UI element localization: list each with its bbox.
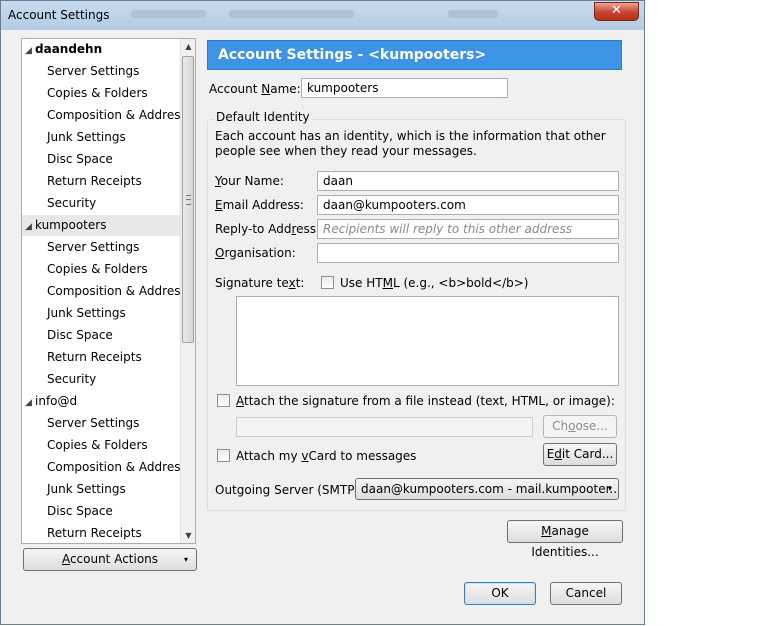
- expand-triangle-icon[interactable]: ◢: [25, 41, 35, 62]
- tree-item[interactable]: Server Settings: [22, 61, 180, 82]
- signature-textarea[interactable]: [236, 296, 619, 386]
- manage-identities-button[interactable]: Manage Identities...: [507, 520, 623, 559]
- use-html-checkbox[interactable]: [321, 276, 334, 289]
- tree-scrollbar[interactable]: ▲ ▼: [180, 39, 195, 543]
- account-name-input[interactable]: kumpooters: [301, 78, 508, 98]
- attach-signature-label[interactable]: Attach the signature from a file instead…: [236, 394, 615, 408]
- choose-file-button[interactable]: Choose...: [543, 415, 617, 438]
- dialog-body: ◢ daandehn Server Settings Copies & Folders…: [8, 30, 637, 619]
- identity-description: Each account has an identity, which is t…: [215, 129, 606, 158]
- background-blur: [448, 10, 498, 18]
- tree-item[interactable]: Junk Settings: [22, 479, 180, 500]
- email-address-label: Email Address:: [215, 198, 304, 212]
- tree-item[interactable]: Security: [22, 193, 180, 214]
- scroll-up-icon[interactable]: ▲: [181, 39, 195, 54]
- ok-button[interactable]: OK: [464, 582, 536, 605]
- account-actions-accel: A: [61, 552, 70, 566]
- tree-account-row[interactable]: ◢ info@d: [22, 391, 183, 412]
- scroll-thumb[interactable]: [182, 56, 194, 343]
- chevron-down-icon: ▾: [183, 555, 188, 564]
- background-blur: [131, 10, 206, 18]
- account-name-label: Account Name:: [209, 82, 301, 96]
- page-title: Account Settings - <kumpooters>: [207, 40, 622, 70]
- close-button[interactable]: ✕: [594, 2, 639, 21]
- tree-item[interactable]: Junk Settings: [22, 127, 180, 148]
- outgoing-server-value: daan@kumpooters.com - mail.kumpooter...: [361, 482, 619, 496]
- cancel-button[interactable]: Cancel: [550, 582, 622, 605]
- signature-text-label: Signature text:: [215, 276, 305, 290]
- tree-item[interactable]: Copies & Folders: [22, 83, 180, 104]
- tree-item[interactable]: Junk Settings: [22, 303, 180, 324]
- default-identity-legend: Default Identity: [214, 110, 312, 124]
- chevron-down-icon: ▾: [607, 484, 612, 493]
- attach-vcard-checkbox[interactable]: [217, 449, 230, 462]
- your-name-input[interactable]: daan: [317, 171, 619, 191]
- tree-item[interactable]: Server Settings: [22, 237, 180, 258]
- tree-account-label: kumpooters: [35, 218, 107, 232]
- tree-item[interactable]: Composition & Addres...: [22, 281, 192, 302]
- tree-item[interactable]: Composition & Addres...: [22, 457, 192, 478]
- tree-item[interactable]: Return Receipts: [22, 171, 180, 192]
- grip-icon: [186, 195, 191, 205]
- reply-to-label: Reply-to Address:: [215, 222, 321, 236]
- tree-account-label: daandehn: [35, 42, 103, 56]
- tree-item[interactable]: Copies & Folders: [22, 435, 180, 456]
- tree-item[interactable]: Disc Space: [22, 149, 180, 170]
- email-address-input[interactable]: daan@kumpooters.com: [317, 195, 619, 215]
- tree-account-row[interactable]: ◢ daandehn: [22, 39, 183, 60]
- tree-item[interactable]: Server Settings: [22, 413, 180, 434]
- reply-to-input[interactable]: Recipients will reply to this other addr…: [317, 219, 619, 239]
- tree-item[interactable]: Disc Space: [22, 501, 180, 522]
- outgoing-server-select[interactable]: daan@kumpooters.com - mail.kumpooter... …: [355, 478, 619, 500]
- attach-vcard-label[interactable]: Attach my vCard to messages: [236, 449, 416, 463]
- organisation-label: Organisation:: [215, 246, 296, 260]
- tree-item[interactable]: Composition & Addres...: [22, 105, 192, 126]
- background-blur: [229, 10, 354, 18]
- signature-file-input[interactable]: [236, 417, 533, 437]
- tree-item[interactable]: Security: [22, 369, 180, 390]
- outgoing-server-label: Outgoing Server (SMTP):: [215, 483, 364, 497]
- account-actions-button[interactable]: Account Actions ▾: [23, 548, 197, 571]
- scroll-down-icon[interactable]: ▼: [181, 528, 195, 543]
- tree-item[interactable]: Copies & Folders: [22, 259, 180, 280]
- edit-card-button[interactable]: Edit Card...: [543, 443, 617, 466]
- account-settings-window: Account Settings ✕ ◢ daandehn Server Setti…: [0, 0, 645, 625]
- use-html-label[interactable]: Use HTML (e.g., <b>bold</b>): [340, 276, 528, 290]
- tree-account-row[interactable]: ◢ kumpooters: [22, 215, 183, 236]
- expand-triangle-icon[interactable]: ◢: [25, 393, 35, 414]
- title-bar[interactable]: Account Settings ✕: [1, 1, 644, 30]
- attach-signature-checkbox[interactable]: [217, 394, 230, 407]
- window-title: Account Settings: [8, 8, 110, 22]
- expand-triangle-icon[interactable]: ◢: [25, 217, 35, 238]
- tree-item[interactable]: Return Receipts: [22, 347, 180, 368]
- account-tree[interactable]: ◢ daandehn Server Settings Copies & Folders…: [21, 38, 196, 544]
- tree-account-label: info@d: [35, 394, 78, 408]
- organisation-input[interactable]: [317, 243, 619, 263]
- tree-item[interactable]: Disc Space: [22, 325, 180, 346]
- tree-item[interactable]: Return Receipts: [22, 523, 180, 543]
- close-icon: ✕: [611, 3, 622, 18]
- account-actions-label: ccount Actions: [69, 552, 159, 566]
- your-name-label: Your Name:: [215, 174, 284, 188]
